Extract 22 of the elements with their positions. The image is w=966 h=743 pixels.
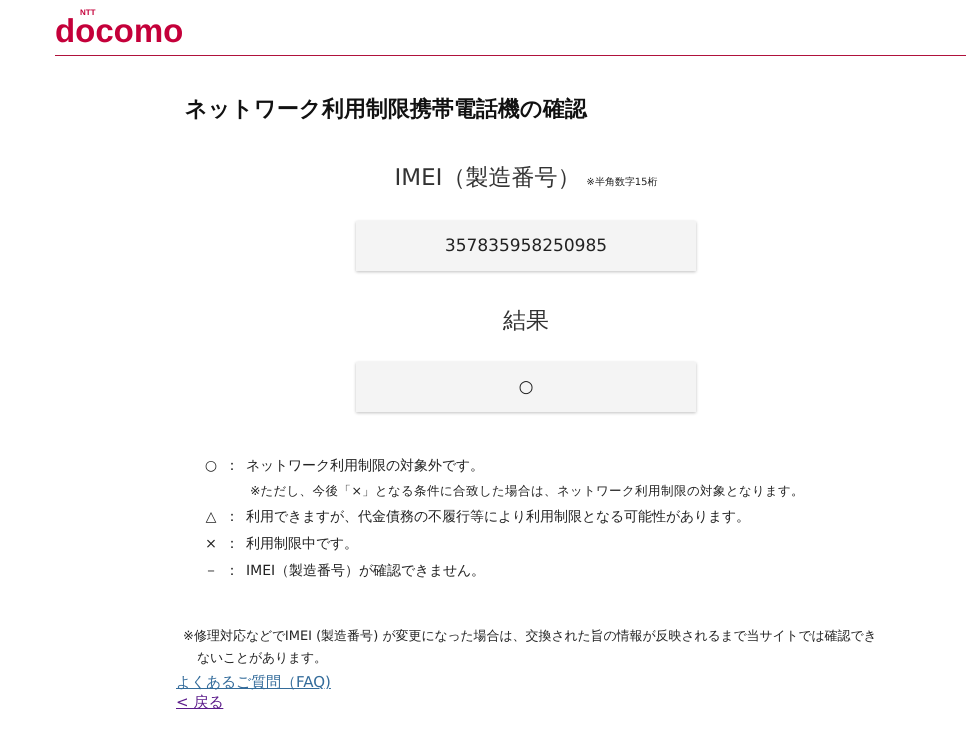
legend-colon: ： (224, 562, 240, 580)
page-title: ネットワーク利用制限携帯電話機の確認 (185, 96, 588, 124)
text-link[interactable]: < 戻る (176, 692, 224, 712)
legend-colon: ： (224, 456, 240, 474)
legend-colon: ： (224, 534, 240, 552)
imei-label: IMEI（製造番号） (394, 164, 580, 193)
imei-hint: ※半角数字15桁 (586, 176, 658, 189)
legend-text: ネットワーク利用制限の対象外です。 (246, 456, 484, 474)
legend-text: 利用制限中です。 (246, 534, 358, 552)
legend-symbol: － (204, 562, 218, 580)
text-link[interactable]: よくあるご質問（FAQ) (176, 672, 331, 692)
footnote-text: ※修理対応などでIMEI (製造番号) が変更になった場合は、交換された旨の情報が反映されるまで当サイトでは確認できないことがあります。 (183, 628, 878, 668)
legend-symbol: × (204, 536, 218, 552)
result-label: 結果 (503, 307, 549, 336)
legend-symbol: ○ (204, 458, 218, 474)
legend-text: 利用できますが、代金債務の不履行等により利用制限となる可能性があります。 (246, 508, 750, 526)
result-value-box: ○ (356, 362, 696, 412)
legend-colon: ： (224, 508, 240, 526)
legend-symbol: △ (204, 508, 218, 524)
legend-note: ※ただし、今後「×」となる条件に合致した場合は、ネットワーク利用制限の対象となります。 (250, 482, 805, 500)
legend-text: IMEI（製造番号）が確認できません。 (246, 562, 486, 580)
imei-value-box: 357835958250985 (356, 221, 696, 271)
